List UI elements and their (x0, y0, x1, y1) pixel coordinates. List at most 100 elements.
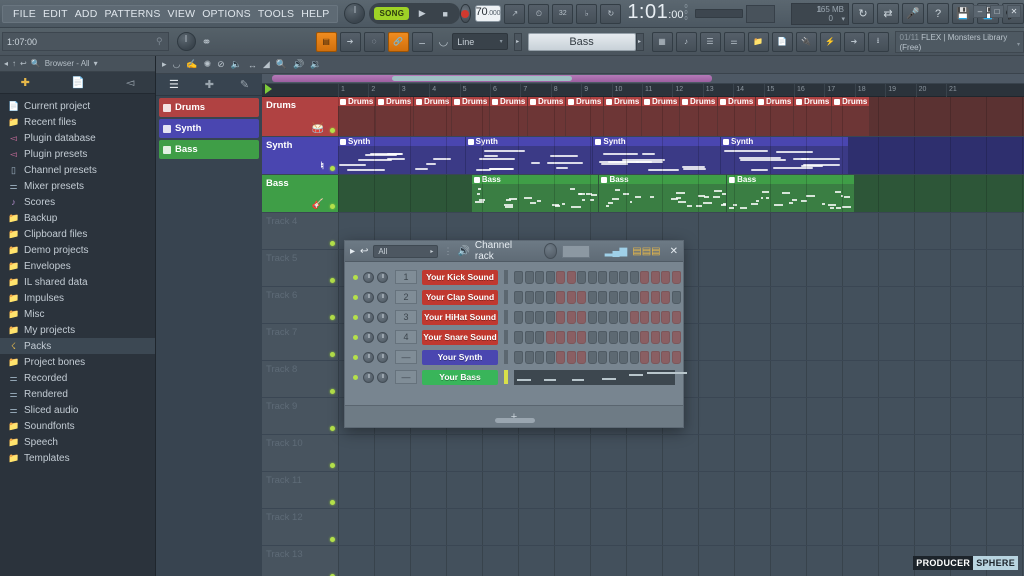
step-button[interactable] (661, 291, 670, 304)
step-button[interactable] (546, 271, 555, 284)
maximize-button[interactable]: □ (990, 5, 1004, 18)
playlist-track-clips[interactable]: SynthSynthSynthSynth (338, 137, 1024, 174)
step-button[interactable] (672, 271, 681, 284)
step-button[interactable] (588, 331, 597, 344)
channel-mute-led[interactable] (353, 295, 358, 300)
paint-icon[interactable]: ➔ (340, 32, 361, 52)
step-button[interactable] (514, 311, 523, 324)
wave-icon[interactable]: ↗ (504, 4, 525, 24)
step-button[interactable] (567, 311, 576, 324)
step-button[interactable] (514, 271, 523, 284)
browser-item-impulses[interactable]: 📁Impulses (0, 290, 155, 306)
playhead-marker[interactable] (265, 84, 272, 94)
channel-name-button[interactable]: Your Kick Sound (422, 270, 498, 285)
channel-volume-knob[interactable] (377, 352, 388, 363)
playlist-clip[interactable]: Drums (566, 97, 603, 136)
step-button[interactable] (588, 291, 597, 304)
step-button[interactable] (651, 311, 660, 324)
zoom-icon[interactable]: 🔍 (276, 59, 287, 70)
step-sequencer[interactable] (514, 291, 681, 304)
master-volume-knob[interactable] (344, 3, 365, 24)
step-button[interactable] (588, 271, 597, 284)
pencil-icon[interactable]: ✎ (240, 78, 249, 91)
save-icon[interactable]: 💾 (952, 3, 974, 24)
piano-roll-icon[interactable]: ♪ (676, 32, 697, 52)
chevron-down-icon[interactable]: ▾ (94, 59, 98, 68)
playlist-clip[interactable]: Drums (794, 97, 831, 136)
browser-item-project-bones[interactable]: 📁Project bones (0, 354, 155, 370)
zoom-thumb[interactable] (392, 76, 572, 81)
step-sequencer[interactable] (514, 351, 681, 364)
browser-item-speech[interactable]: 📁Speech (0, 434, 155, 450)
playlist-track-label[interactable]: Drums🥁 (262, 97, 338, 136)
playlist-track-label[interactable]: Track 10 (262, 435, 338, 471)
channel-pan-knob[interactable] (363, 372, 374, 383)
step-button[interactable] (535, 291, 544, 304)
microphone-icon[interactable]: 🎤 (902, 3, 924, 24)
browser-item-demo-projects[interactable]: 📁Demo projects (0, 242, 155, 258)
channel-mute-led[interactable] (353, 375, 358, 380)
playlist-clip[interactable]: Drums (680, 97, 717, 136)
step-button[interactable] (514, 331, 523, 344)
automation-view-icon[interactable]: ✚ (205, 78, 214, 91)
play-icon[interactable]: ▶ (412, 5, 432, 22)
minimize-button[interactable]: – (973, 5, 987, 18)
step-button[interactable] (577, 311, 586, 324)
step-button[interactable] (661, 271, 670, 284)
channel-pan-knob[interactable] (363, 332, 374, 343)
playlist-track-row[interactable]: Drums🥁DrumsDrumsDrumsDrumsDrumsDrumsDrum… (262, 97, 1024, 137)
step-button[interactable] (535, 351, 544, 364)
channel-pan-knob[interactable] (363, 272, 374, 283)
channel-piano-roll-preview[interactable] (514, 370, 675, 385)
track-enable-led[interactable] (330, 128, 335, 133)
playlist-clip[interactable]: Drums (642, 97, 679, 136)
step-button[interactable] (525, 271, 534, 284)
step-button[interactable] (577, 331, 586, 344)
step-button[interactable] (598, 271, 607, 284)
browser-item-rendered[interactable]: ⚌Rendered (0, 386, 155, 402)
playlist-clip[interactable]: Bass (472, 175, 599, 212)
shuffle-icon[interactable]: ⇄ (877, 3, 899, 24)
browser-tab-star-icon[interactable]: ✚ (21, 76, 30, 89)
step-button[interactable] (672, 311, 681, 324)
playlist-clip[interactable]: Synth (466, 137, 593, 174)
track-enable-led[interactable] (330, 166, 335, 171)
channel-row[interactable]: 2Your Clap Sound (345, 288, 683, 306)
step-button[interactable] (514, 291, 523, 304)
up-icon[interactable]: ↑ (12, 59, 16, 68)
playlist-clip[interactable]: Synth (721, 137, 848, 174)
browser-item-current-project[interactable]: 📄Current project (0, 98, 155, 114)
step-button[interactable] (609, 331, 618, 344)
track-enable-led[interactable] (330, 352, 335, 357)
track-enable-led[interactable] (330, 537, 335, 542)
step-button[interactable] (651, 271, 660, 284)
step-button[interactable] (661, 351, 670, 364)
step-button[interactable] (619, 311, 628, 324)
playlist-clip[interactable]: Drums (452, 97, 489, 136)
track-header-synth[interactable]: Synth (159, 119, 259, 138)
playlist-clip[interactable]: Drums (528, 97, 565, 136)
step-button[interactable] (672, 351, 681, 364)
track-enable-led[interactable] (330, 241, 335, 246)
channel-mixer-track[interactable]: 3 (395, 310, 417, 324)
step-button[interactable] (609, 311, 618, 324)
browser-item-sliced-audio[interactable]: ⚌Sliced audio (0, 402, 155, 418)
draw-icon[interactable]: ▤ (316, 32, 337, 52)
menu-item-patterns[interactable]: PATTERNS (104, 8, 160, 20)
browser-item-my-projects[interactable]: 📁My projects (0, 322, 155, 338)
playlist-track-row-empty[interactable]: Track 13 (262, 546, 1024, 576)
playlist-track-label[interactable]: Synth♮ (262, 137, 338, 174)
pitch-knob[interactable] (177, 32, 196, 51)
menu-item-tools[interactable]: TOOLS (258, 8, 294, 20)
help-icon[interactable]: ? (927, 3, 949, 24)
playlist-track-label[interactable]: Track 11 (262, 472, 338, 508)
step-button[interactable] (640, 331, 649, 344)
magnet-icon[interactable]: ◡ (439, 35, 449, 48)
playlist-track-label[interactable]: Track 12 (262, 509, 338, 545)
mute-icon[interactable]: ⊘ (217, 59, 225, 70)
plugin-icon[interactable]: ⚡ (820, 32, 841, 52)
channel-volume-knob[interactable] (377, 312, 388, 323)
step-button[interactable] (525, 311, 534, 324)
playlist-clip[interactable]: Drums (376, 97, 413, 136)
playlist-clip[interactable]: Drums (490, 97, 527, 136)
